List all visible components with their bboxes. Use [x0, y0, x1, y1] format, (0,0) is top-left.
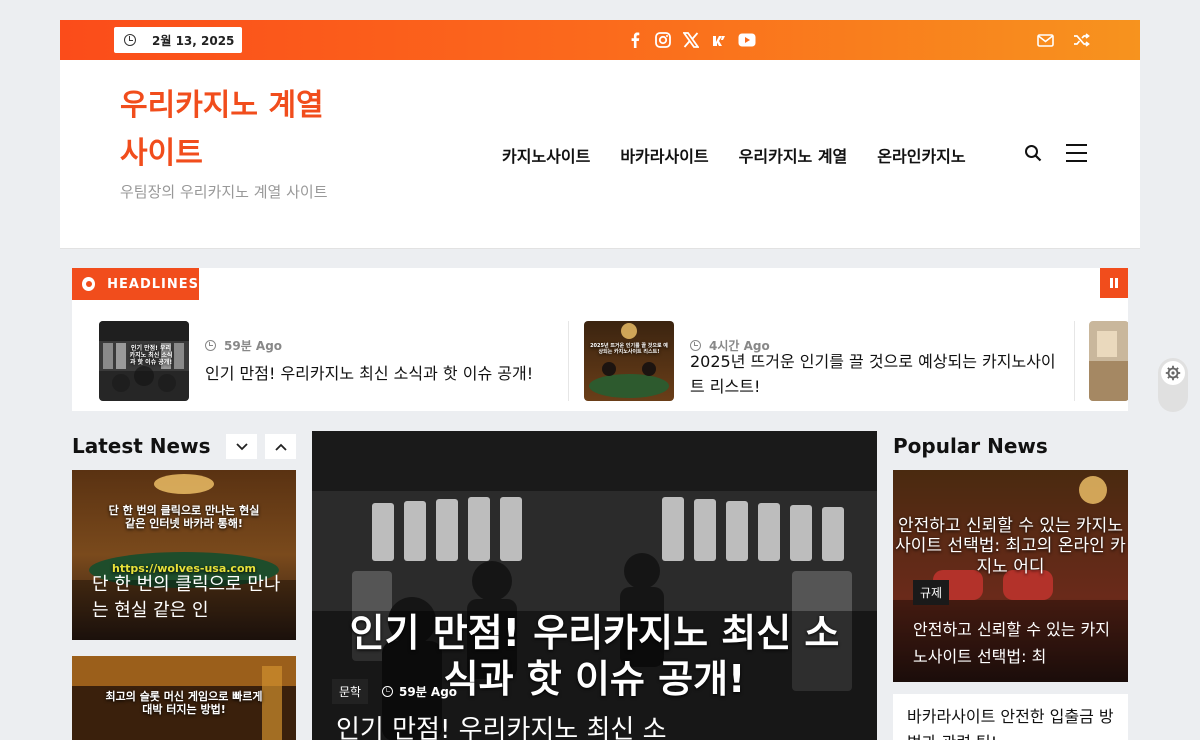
nav-item-baccarat-site[interactable]: 바카라사이트 — [620, 143, 708, 167]
site-tagline: 우팀장의 우리카지노 계열 사이트 — [120, 183, 328, 201]
ticker-track: 인기 만점! 우리카지노 최신 소식과 핫 이슈 공개! 59분 Ago 인기 … — [99, 321, 1128, 401]
ticker-thumbnail[interactable] — [1089, 321, 1128, 401]
ticker-title[interactable]: 2025년 뜨거운 인기를 끌 것으로 예상되는 카지노사이트 리스트! — [690, 349, 1060, 399]
youtube-icon[interactable] — [738, 30, 756, 50]
pause-icon[interactable] — [1100, 268, 1128, 298]
facebook-icon[interactable] — [626, 30, 644, 50]
headlines-ticker: HEADLINES 인기 만점! 우리카지노 최신 소식과 핫 이슈 공개! 5… — [72, 268, 1128, 411]
clock-icon — [124, 34, 136, 46]
featured-meta: 59분 Ago — [382, 683, 457, 700]
mail-icon[interactable] — [1036, 30, 1054, 50]
nav-item-online-casino[interactable]: 온라인카지노 — [877, 143, 965, 167]
card-overlay-text: 최고의 슬롯 머신 게임으로 빠르게 대박 터지는 방법! — [105, 690, 263, 717]
hamburger-menu-icon[interactable] — [1066, 144, 1087, 162]
featured-title[interactable]: 인기 만점! 우리카지노 최신 소 — [336, 717, 856, 740]
ticker-item[interactable] — [1089, 321, 1128, 401]
latest-news-title: Latest News — [72, 434, 211, 458]
record-icon — [82, 277, 96, 291]
ticker-divider — [1074, 321, 1075, 401]
latest-news-card[interactable]: 최고의 슬롯 머신 게임으로 빠르게 대박 터지는 방법! — [72, 656, 296, 740]
search-icon[interactable] — [1024, 144, 1042, 166]
top-bar: 2월 13, 2025 — [60, 20, 1140, 60]
top-bar-actions — [1036, 30, 1090, 50]
site-title[interactable]: 우리카지노 계열 사이트 — [120, 82, 360, 178]
thumbnail-overlay-text: 2025년 뜨거운 인기를 끌 것으로 예상되는 카지노사이트 리스트! — [590, 343, 668, 355]
ticker-time: 59분 Ago — [224, 339, 283, 353]
featured-post[interactable]: 인기 만점! 우리카지노 최신 소식과 핫 이슈 공개! 문학 59분 Ago … — [312, 431, 877, 740]
category-tag[interactable]: 규제 — [913, 580, 950, 605]
ticker-item[interactable]: 인기 만점! 우리카지노 최신 소식과 핫 이슈 공개! 59분 Ago 인기 … — [99, 321, 569, 401]
latest-news-card[interactable]: 단 한 번의 클릭으로 만나는 현실 같은 인터넷 바카라 통해! https:… — [72, 470, 296, 640]
x-icon[interactable] — [682, 30, 700, 50]
ticker-title[interactable]: 인기 만점! 우리카지노 최신 소식과 핫 이슈 공개! — [205, 361, 565, 386]
chevron-down-icon — [235, 442, 248, 450]
settings-toggle[interactable] — [1158, 358, 1188, 412]
site-wrapper: 2월 13, 2025 우리카지노 계열 사이트 우팀장의 우리카지노 계열 사… — [60, 20, 1140, 249]
latest-card-title[interactable]: 단 한 번의 클릭으로 만나는 현실 같은 인 — [92, 572, 282, 624]
ticker-thumbnail[interactable]: 2025년 뜨거운 인기를 끌 것으로 예상되는 카지노사이트 리스트! — [584, 321, 674, 401]
ticker-meta: 59분 Ago — [205, 337, 282, 354]
clock-icon — [382, 686, 393, 697]
current-date: 2월 13, 2025 — [152, 33, 235, 48]
site-header: 우리카지노 계열 사이트 우팀장의 우리카지노 계열 사이트 카지노사이트 바카… — [60, 60, 1140, 249]
latest-prev-button[interactable] — [226, 434, 257, 459]
latest-next-button[interactable] — [265, 434, 296, 459]
popular-list-title[interactable]: 바카라사이트 안전한 입출금 방법과 관련 팁! — [907, 707, 1114, 740]
headlines-badge: HEADLINES — [72, 268, 199, 300]
instagram-icon[interactable] — [654, 30, 672, 50]
ticker-divider — [568, 321, 569, 401]
popular-news-title: Popular News — [893, 434, 1048, 458]
nav-item-casino-site[interactable]: 카지노사이트 — [502, 143, 590, 167]
category-tag[interactable]: 문학 — [332, 679, 369, 704]
headlines-label: HEADLINES — [107, 276, 199, 292]
nav-item-woori-casino[interactable]: 우리카지노 계열 — [739, 143, 848, 167]
card-overlay-text: 단 한 번의 클릭으로 만나는 현실 같은 인터넷 바카라 통해! — [108, 504, 260, 531]
gear-icon[interactable] — [1161, 361, 1185, 385]
vk-icon[interactable] — [710, 30, 728, 50]
featured-time: 59분 Ago — [399, 685, 458, 699]
ticker-thumbnail[interactable]: 인기 만점! 우리카지노 최신 소식과 핫 이슈 공개! — [99, 321, 189, 401]
chevron-up-icon — [274, 443, 287, 451]
shuffle-icon[interactable] — [1072, 30, 1090, 50]
thumbnail-overlay-text: 인기 만점! 우리카지노 최신 소식과 핫 이슈 공개! — [129, 345, 173, 367]
ticker-item[interactable]: 2025년 뜨거운 인기를 끌 것으로 예상되는 카지노사이트 리스트! 4시간… — [584, 321, 1074, 401]
social-links — [626, 30, 756, 50]
popular-list-item[interactable]: 바카라사이트 안전한 입출금 방법과 관련 팁! — [893, 694, 1128, 740]
date-box: 2월 13, 2025 — [114, 27, 242, 53]
clock-icon — [205, 340, 216, 351]
main-nav: 카지노사이트 바카라사이트 우리카지노 계열 온라인카지노 — [502, 143, 966, 167]
card-overlay-text: 안전하고 신뢰할 수 있는 카지노사이트 선택법: 최고의 온라인 카지노 어디 — [895, 516, 1126, 577]
popular-card-title[interactable]: 안전하고 신뢰할 수 있는 카지노사이트 선택법: 최 — [913, 616, 1113, 670]
popular-news-card[interactable]: 안전하고 신뢰할 수 있는 카지노사이트 선택법: 최고의 온라인 카지노 어디… — [893, 470, 1128, 682]
